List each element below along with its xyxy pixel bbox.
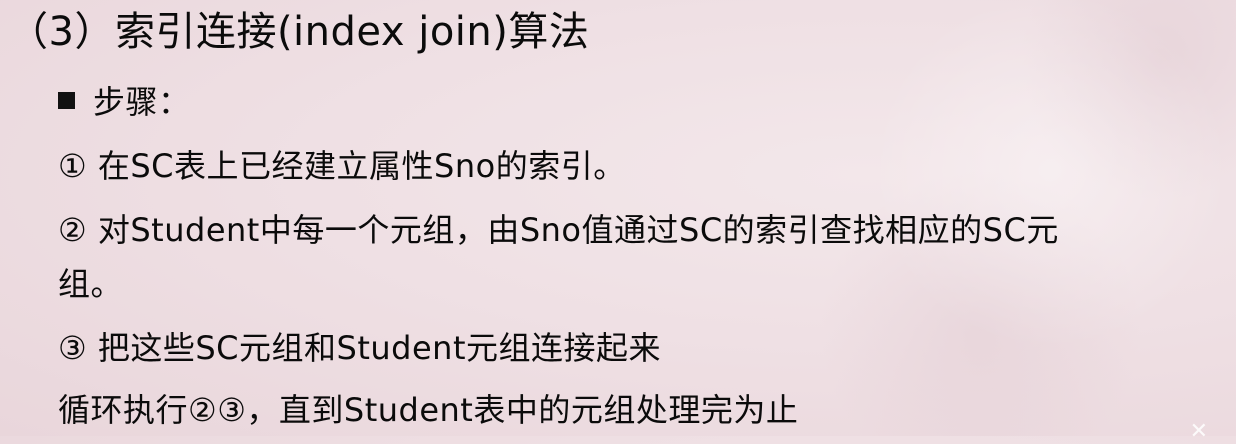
square-bullet-icon (58, 92, 75, 109)
step-3: ③ 把这些SC元组和Student元组连接起来 (58, 329, 661, 367)
step-2-line-2: 组。 (58, 265, 124, 303)
step-2-line-1: ② 对Student中每一个元组，由Sno值通过SC的索引查找相应的SC元 (58, 211, 1059, 249)
step-1: ① 在SC表上已经建立属性Sno的索引。 (58, 147, 626, 185)
bullet-heading: 步骤： (58, 80, 191, 124)
bullet-heading-text: 步骤： (93, 83, 191, 121)
corner-logo-icon: ✕ (1189, 419, 1208, 444)
loop-instruction: 循环执行②③，直到Student表中的元组处理完为止 (58, 391, 799, 429)
slide-title: （3）索引连接(index join)算法 (8, 9, 590, 55)
